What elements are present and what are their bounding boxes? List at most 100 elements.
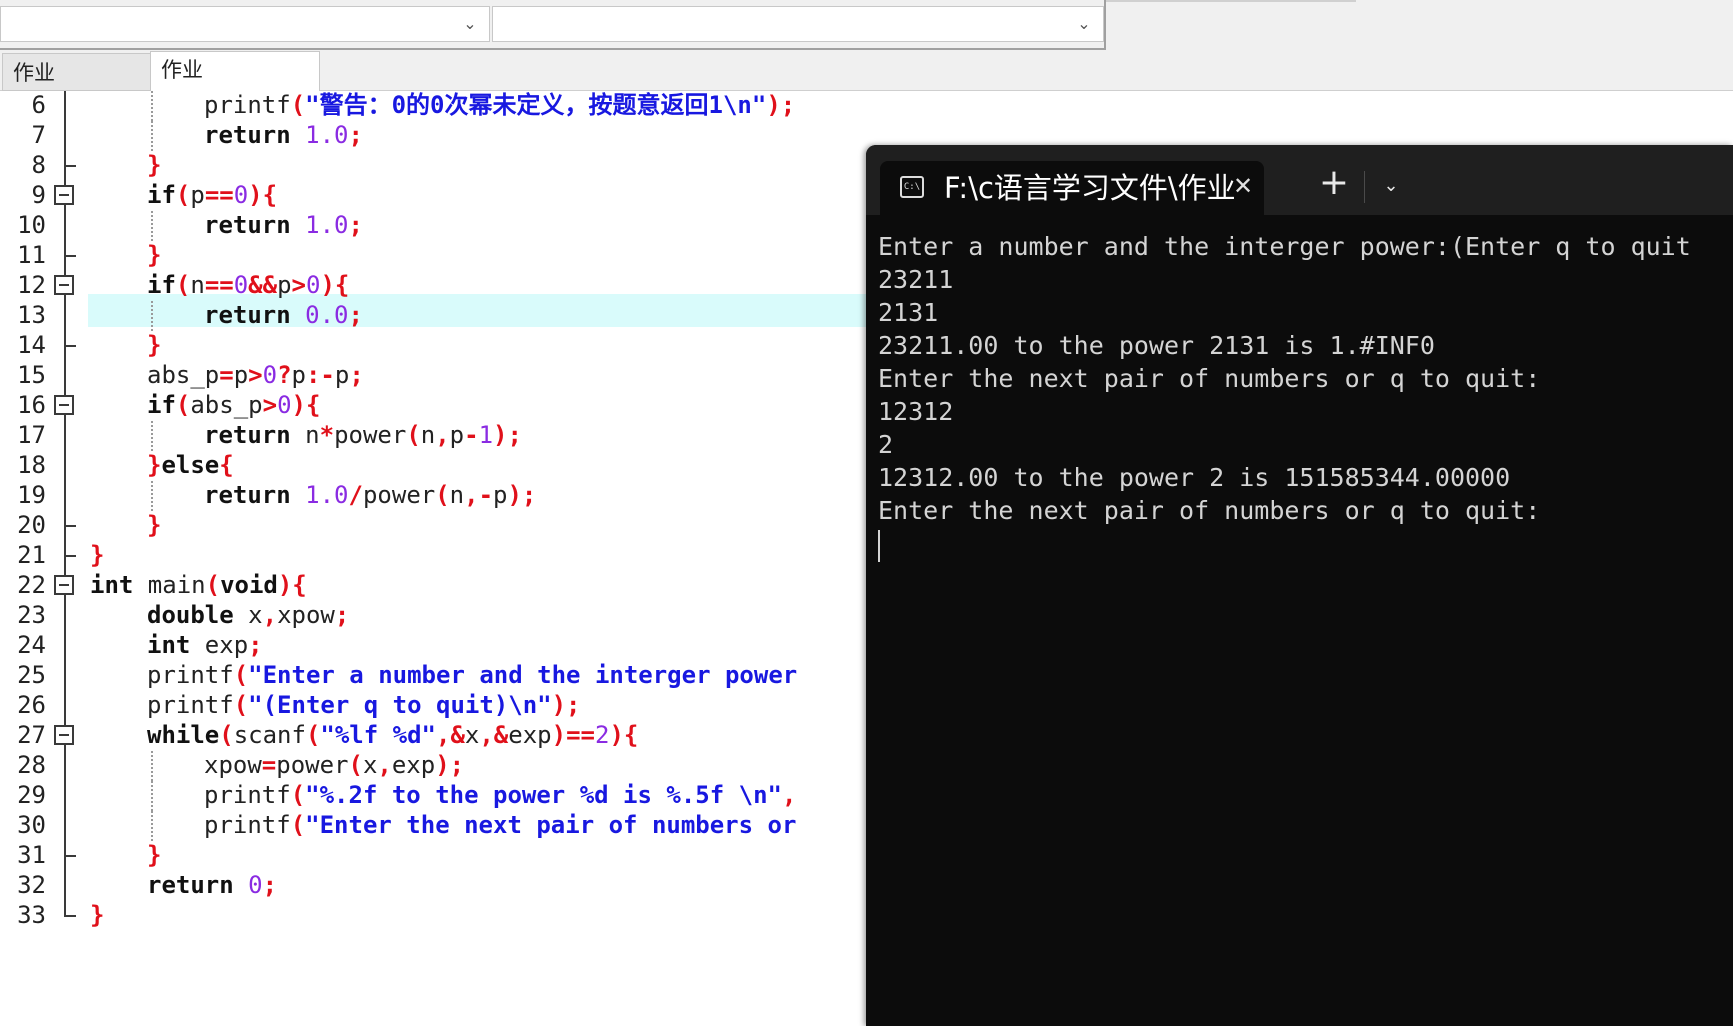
code-line: int exp; <box>147 629 263 662</box>
text-cursor <box>878 530 880 562</box>
code-token: if <box>147 391 176 419</box>
code-token: ( <box>290 781 306 809</box>
file-tab-active[interactable]: 作业9.11.11.cpp <box>150 51 320 118</box>
code-line: } <box>147 149 161 182</box>
fold-toggle-icon[interactable] <box>54 575 74 595</box>
line-number: 24 <box>17 631 46 659</box>
fold-toggle-icon[interactable] <box>54 185 74 205</box>
new-tab-button[interactable]: + <box>1314 165 1354 205</box>
indent-guide <box>151 91 153 121</box>
code-token: x <box>362 751 378 779</box>
code-token: p <box>277 271 292 299</box>
code-token: abs_p <box>190 391 263 419</box>
fold-toggle-icon[interactable] <box>54 395 74 415</box>
code-token: ){ <box>277 571 307 599</box>
line-number: 30 <box>17 811 46 839</box>
code-token: p <box>291 361 306 389</box>
code-token: if <box>147 181 176 209</box>
code-token: ; <box>262 871 278 899</box>
code-token: p <box>190 181 205 209</box>
code-editor[interactable]: 6 7 8 9 10 11 12 13 14 15 16 17 18 19 20 21 22 23 24 25 26 27… <box>0 91 870 1026</box>
code-token: ; <box>248 631 263 659</box>
indent-guide <box>151 781 153 811</box>
code-token: } <box>147 511 162 539</box>
code-token: "(Enter q to quit)\n" <box>248 691 552 719</box>
code-token: ; <box>348 211 363 239</box>
code-line: }else{ <box>147 449 234 482</box>
code-token: ( <box>205 571 221 599</box>
line-number: 28 <box>17 751 46 779</box>
code-token: ,& <box>479 721 509 749</box>
code-line: printf("Enter a number and the interger … <box>147 659 797 692</box>
scope-dropdown[interactable]: ⌄ <box>0 6 490 42</box>
code-token: printf <box>204 781 291 809</box>
terminal-tab[interactable]: C:\ F:\c语言学习文件\作业 ✕ <box>880 161 1264 215</box>
file-tab[interactable]: 作业9.11.cpp <box>2 53 152 123</box>
indent-guide <box>151 751 153 781</box>
line-number: 22 <box>17 571 46 599</box>
code-token: ); <box>493 421 522 449</box>
code-token: 2 <box>594 721 610 749</box>
code-token: } <box>147 451 162 479</box>
divider <box>1364 171 1365 203</box>
code-token: if <box>147 271 176 299</box>
code-token: , <box>262 601 278 629</box>
code-token: ; <box>349 361 364 389</box>
line-number: 21 <box>17 541 46 569</box>
code-token: n <box>290 421 320 449</box>
code-line: while(scanf("%lf %d",&x,&exp)==2){ <box>147 719 638 752</box>
code-token: power <box>334 421 407 449</box>
line-number: 6 <box>31 91 46 119</box>
fold-toggle-icon[interactable] <box>54 275 74 295</box>
indent-guide <box>151 481 153 511</box>
code-token: ( <box>290 811 306 839</box>
code-token: 0.0 <box>305 301 349 329</box>
code-token: double <box>147 601 234 629</box>
code-token: } <box>147 331 162 359</box>
code-token: scanf <box>233 721 306 749</box>
line-number: 31 <box>17 841 46 869</box>
code-line: printf("警告：0的0次幂未定义，按题意返回1\n"); <box>204 91 795 122</box>
code-token: ( <box>290 91 306 119</box>
code-token: :- <box>305 361 335 389</box>
fold-toggle-icon[interactable] <box>54 725 74 745</box>
terminal-line: Enter the next pair of numbers or q to q… <box>878 496 1541 525</box>
fold-end-marker <box>64 855 76 857</box>
code-token: return <box>204 301 291 329</box>
code-token: > <box>262 391 278 419</box>
terminal-icon: C:\ <box>900 176 924 198</box>
code-token: ; <box>334 601 350 629</box>
symbol-dropdown[interactable]: ⌄ <box>492 6 1104 42</box>
chevron-down-icon[interactable]: ⌄ <box>1376 171 1406 201</box>
terminal-line: 2 <box>878 430 894 459</box>
code-token: n <box>190 271 205 299</box>
code-token: 1 <box>478 421 494 449</box>
line-number: 10 <box>17 211 46 239</box>
close-icon[interactable]: ✕ <box>1228 171 1258 201</box>
code-token: n <box>420 421 436 449</box>
code-token: > <box>248 361 263 389</box>
fold-end-marker <box>64 525 76 527</box>
code-line: return 1.0; <box>204 119 363 152</box>
code-token: 0 <box>248 871 263 899</box>
code-token: p <box>493 481 508 509</box>
line-number-gutter: 6 7 8 9 10 11 12 13 14 15 16 17 18 19 20 21 22 23 24 25 26 27… <box>0 91 80 1026</box>
code-token: ( <box>435 481 450 509</box>
line-number: 11 <box>17 241 46 269</box>
code-token: ( <box>175 391 191 419</box>
terminal-window[interactable]: C:\ F:\c语言学习文件\作业 ✕ + ⌄ Enter a number a… <box>866 145 1733 1026</box>
terminal-line: 12312.00 to the power 2 is 151585344.000… <box>878 463 1511 492</box>
code-line: } <box>147 239 161 272</box>
fold-end-marker <box>64 255 76 257</box>
line-number: 16 <box>17 391 46 419</box>
code-token: main <box>133 571 206 599</box>
code-line: return 1.0; <box>204 209 363 242</box>
line-number: 15 <box>17 361 46 389</box>
code-token: 1.0 <box>305 211 349 239</box>
code-line: } <box>90 899 104 932</box>
divider <box>1106 0 1356 2</box>
line-number: 25 <box>17 661 46 689</box>
code-line: printf("(Enter q to quit)\n"); <box>147 689 581 722</box>
code-token: "警告：0的0次幂未定义，按题意返回1\n" <box>305 91 767 119</box>
